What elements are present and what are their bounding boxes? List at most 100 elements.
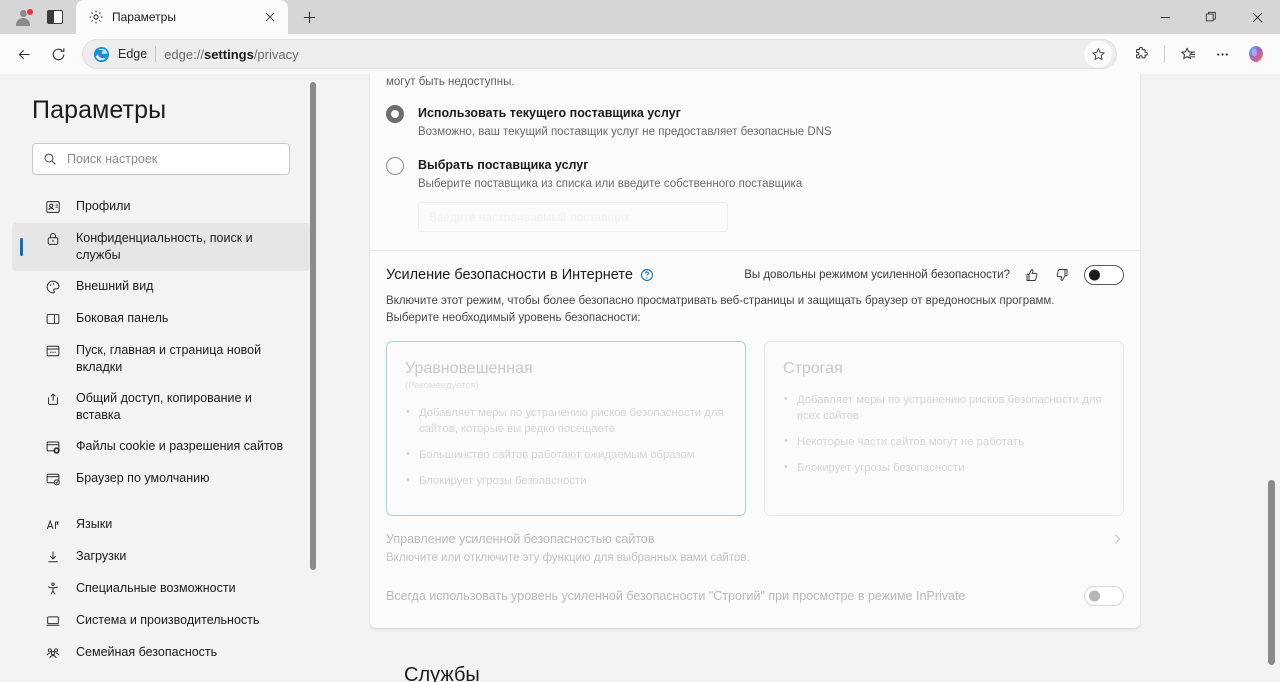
manage-enhanced-security-title: Управление усиленной безопасностью сайто… bbox=[386, 532, 655, 546]
sidebar-item-downloads[interactable]: Загрузки bbox=[12, 541, 310, 573]
nav-group-separator bbox=[0, 495, 320, 509]
dns-option-choose-label: Выбрать поставщика услуг bbox=[418, 158, 589, 172]
radio-current-provider[interactable] bbox=[386, 105, 404, 123]
security-level-balanced[interactable]: Уравновешенная (Рекомендуется) Добавляет… bbox=[386, 341, 746, 516]
content-scrollbar-thumb[interactable] bbox=[1268, 480, 1275, 665]
gear-icon bbox=[88, 9, 104, 25]
sidebar-item-start-home-newtab[interactable]: Пуск, главная и страница новой вкладки bbox=[12, 335, 310, 383]
more-button[interactable] bbox=[1206, 38, 1238, 70]
dns-option-current-label: Использовать текущего поставщика услуг bbox=[418, 106, 681, 120]
level-bullet: Блокирует угрозы безопасности bbox=[783, 459, 1105, 476]
system-icon bbox=[44, 612, 62, 629]
search-icon bbox=[43, 152, 57, 166]
download-icon bbox=[44, 548, 62, 565]
cookies-icon bbox=[44, 438, 62, 455]
tab-actions-button[interactable] bbox=[40, 4, 70, 30]
sidebar-item-profiles[interactable]: Профили bbox=[12, 191, 310, 223]
inprivate-strict-label: Всегда использовать уровень усиленной бе… bbox=[386, 589, 966, 603]
security-enhancement-toggle[interactable] bbox=[1084, 265, 1124, 285]
search-settings-box[interactable] bbox=[32, 143, 290, 175]
sidebar-item-label: Внешний вид bbox=[76, 279, 154, 293]
privacy-settings-card: могут быть недоступны. Использовать теку… bbox=[370, 74, 1140, 628]
sidebar-item-label: Файлы cookie и разрешения сайтов bbox=[76, 439, 284, 453]
manage-enhanced-security-description: Включите или отключите эту функцию для в… bbox=[386, 552, 750, 564]
page-title: Параметры bbox=[32, 96, 167, 124]
custom-provider-placeholder: Введите настраиваемый поставщик bbox=[429, 210, 630, 224]
thumbs-down-icon[interactable] bbox=[1054, 267, 1070, 283]
refresh-button[interactable] bbox=[42, 38, 74, 70]
sidebar-item-label: Пуск, главная и страница новой вкладки bbox=[76, 343, 262, 374]
search-input[interactable] bbox=[67, 152, 279, 166]
new-tab-button[interactable] bbox=[294, 3, 324, 31]
level-title: Уравновешенная bbox=[405, 360, 533, 377]
inprivate-strict-toggle[interactable] bbox=[1084, 586, 1124, 606]
minimize-button[interactable] bbox=[1142, 0, 1188, 34]
dns-option-current-description: Возможно, ваш текущий поставщик услуг не… bbox=[418, 126, 832, 138]
star-icon[interactable] bbox=[1084, 41, 1112, 67]
close-icon[interactable] bbox=[258, 5, 282, 29]
tab-parametry[interactable]: Параметры bbox=[76, 0, 288, 34]
sidebar-nav-list: Профили Конфиденциальность, поиск и служ… bbox=[0, 191, 320, 669]
sidebar-item-label: Система и производительность bbox=[76, 613, 260, 627]
sidebar-item-label: Загрузки bbox=[76, 549, 127, 563]
settings-page: Параметры Поиск настроек Профили Конфиде… bbox=[0, 74, 1280, 682]
extensions-button[interactable] bbox=[1125, 38, 1157, 70]
sidebar-panel-icon bbox=[44, 310, 62, 327]
settings-content: могут быть недоступны. Использовать теку… bbox=[320, 74, 1280, 682]
sidebar-item-sidebar[interactable]: Боковая панель bbox=[12, 303, 310, 335]
sidebar-item-share-copy-paste[interactable]: Общий доступ, копирование и вставка bbox=[12, 383, 310, 431]
level-bullet-list: Добавляет меры по устранению рисков безо… bbox=[405, 404, 727, 489]
sidebar-item-appearance[interactable]: Внешний вид bbox=[12, 271, 310, 303]
content-scrollbar[interactable] bbox=[1268, 74, 1275, 682]
sidebar-item-system-performance[interactable]: Система и производительность bbox=[12, 605, 310, 637]
thumbs-up-icon[interactable] bbox=[1024, 267, 1040, 283]
level-bullet: Некоторые части сайтов могут не работать bbox=[783, 433, 1105, 450]
profile-card-icon bbox=[44, 198, 62, 215]
back-button[interactable] bbox=[8, 38, 40, 70]
sidebar-item-label: Профили bbox=[76, 199, 131, 213]
default-browser-icon bbox=[44, 470, 62, 487]
sidebar-scrollbar[interactable] bbox=[310, 74, 316, 682]
dns-option-current-provider[interactable]: Использовать текущего поставщика услуг bbox=[370, 94, 1140, 124]
sidebar-item-label: Боковая панель bbox=[76, 311, 169, 325]
sidebar-item-privacy[interactable]: Конфиденциальность, поиск и службы bbox=[12, 223, 310, 271]
custom-provider-input[interactable]: Введите настраиваемый поставщик bbox=[418, 202, 728, 232]
radio-choose-provider[interactable] bbox=[386, 157, 404, 175]
profile-button[interactable] bbox=[8, 4, 38, 30]
tabstrip-left-controls bbox=[0, 0, 70, 34]
sidebar-item-label: Общий доступ, копирование и вставка bbox=[76, 391, 252, 422]
chevron-right-icon[interactable] bbox=[1110, 532, 1124, 546]
dns-option-choose-provider[interactable]: Выбрать поставщика услуг bbox=[370, 138, 1140, 176]
share-icon bbox=[44, 390, 62, 407]
level-bullet: Добавляет меры по устранению рисков безо… bbox=[783, 391, 1105, 424]
address-bar[interactable]: Edge edge://settings/privacy bbox=[82, 39, 1117, 69]
sidebar-item-label: Языки bbox=[76, 517, 113, 531]
help-circle-icon[interactable] bbox=[640, 268, 654, 282]
clipped-paragraph: могут быть недоступны. bbox=[386, 76, 515, 88]
sidebar-item-languages[interactable]: Языки bbox=[12, 509, 310, 541]
restore-button[interactable] bbox=[1188, 0, 1234, 34]
sidebar-item-default-browser[interactable]: Браузер по умолчанию bbox=[12, 463, 310, 495]
tab-title: Параметры bbox=[112, 10, 176, 24]
sidebar-item-label: Специальные возможности bbox=[76, 581, 236, 595]
edge-logo-icon bbox=[93, 46, 110, 63]
inprivate-strict-row[interactable]: Всегда использовать уровень усиленной бе… bbox=[370, 564, 1140, 628]
manage-enhanced-security-row[interactable]: Управление усиленной безопасностью сайто… bbox=[370, 516, 1140, 546]
palette-icon bbox=[44, 278, 62, 295]
collections-button[interactable] bbox=[1172, 38, 1204, 70]
sidebar-item-accessibility[interactable]: Специальные возможности bbox=[12, 573, 310, 605]
close-window-button[interactable] bbox=[1234, 0, 1280, 34]
sidebar-scrollbar-thumb[interactable] bbox=[310, 82, 316, 570]
copilot-button[interactable] bbox=[1240, 38, 1272, 70]
security-level-strict[interactable]: Строгая Добавляет меры по устранению рис… bbox=[764, 341, 1124, 516]
omnibox-url[interactable]: edge://settings/privacy bbox=[164, 47, 1076, 62]
settings-sidebar: Параметры Поиск настроек Профили Конфиде… bbox=[0, 74, 320, 682]
lock-icon bbox=[44, 230, 62, 247]
sidebar-item-label: Конфиденциальность, поиск и службы bbox=[76, 231, 253, 262]
sidebar-item-label: Браузер по умолчанию bbox=[76, 471, 210, 485]
sidebar-item-cookies-permissions[interactable]: Файлы cookie и разрешения сайтов bbox=[12, 431, 310, 463]
level-bullet: Блокирует угрозы безопасности bbox=[405, 472, 727, 489]
level-bullet-list: Добавляет меры по устранению рисков безо… bbox=[783, 391, 1105, 476]
feedback-question: Вы довольны режимом усиленной безопаснос… bbox=[744, 269, 1010, 281]
sidebar-item-family-safety[interactable]: Семейная безопасность bbox=[12, 637, 310, 669]
